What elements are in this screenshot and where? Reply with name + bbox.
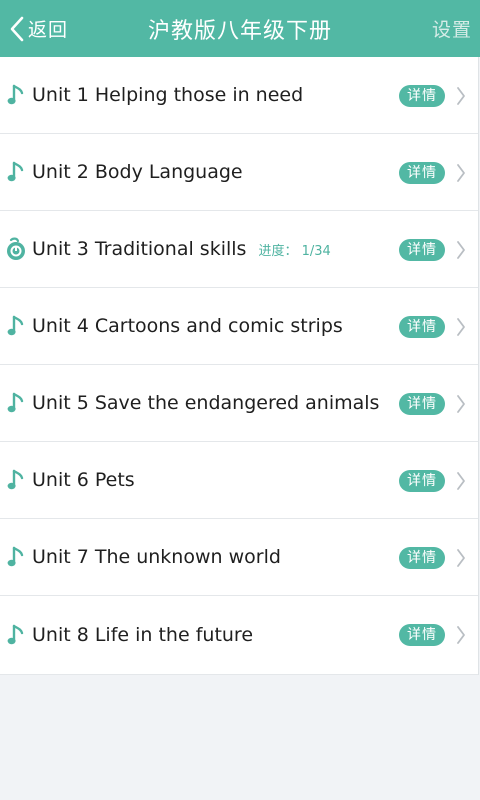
unit-label: Unit 1 Helping those in need xyxy=(32,84,304,106)
loop-playing-icon xyxy=(5,235,27,263)
chevron-right-icon xyxy=(456,625,466,649)
unit-row[interactable]: Unit 5 Save the endangered animals 详情 xyxy=(0,365,478,442)
settings-button[interactable]: 设置 xyxy=(432,0,472,57)
unit-list: Unit 1 Helping those in need 详情 Unit 2 Bod… xyxy=(0,57,479,675)
unit-label: Unit 7 The unknown world xyxy=(32,546,281,568)
music-note-icon xyxy=(5,466,27,494)
top-bar: 返回 沪教版八年级下册 设置 xyxy=(0,0,480,57)
unit-label: Unit 5 Save the endangered animals xyxy=(32,392,380,414)
page-title: 沪教版八年级下册 xyxy=(147,18,332,44)
detail-button[interactable]: 详情 xyxy=(399,162,445,184)
unit-row[interactable]: Unit 6 Pets 详情 xyxy=(0,442,478,519)
music-note-icon xyxy=(5,81,27,109)
music-note-icon xyxy=(5,158,27,186)
back-label: 返回 xyxy=(28,19,69,41)
chevron-right-icon xyxy=(456,471,466,495)
unit-label: Unit 6 Pets xyxy=(32,469,135,491)
unit-label: Unit 2 Body Language xyxy=(32,161,243,183)
unit-row[interactable]: Unit 1 Helping those in need 详情 xyxy=(0,57,478,134)
detail-button[interactable]: 详情 xyxy=(399,239,445,261)
unit-row[interactable]: Unit 3 Traditional skills 进度： 1/34 详情 xyxy=(0,211,478,288)
unit-label: Unit 3 Traditional skills xyxy=(32,238,247,260)
detail-button[interactable]: 详情 xyxy=(399,85,445,107)
music-note-icon xyxy=(5,389,27,417)
chevron-right-icon xyxy=(456,163,466,187)
chevron-left-icon xyxy=(10,16,24,41)
unit-label: Unit 8 Life in the future xyxy=(32,624,254,646)
detail-button[interactable]: 详情 xyxy=(399,316,445,338)
detail-button[interactable]: 详情 xyxy=(399,624,445,646)
unit-row[interactable]: Unit 7 The unknown world 详情 xyxy=(0,519,478,596)
chevron-right-icon xyxy=(456,394,466,418)
chevron-right-icon xyxy=(456,548,466,572)
unit-progress: 进度： 1/34 xyxy=(258,243,331,259)
detail-button[interactable]: 详情 xyxy=(399,470,445,492)
unit-row[interactable]: Unit 4 Cartoons and comic strips 详情 xyxy=(0,288,478,365)
unit-label: Unit 4 Cartoons and comic strips xyxy=(32,315,343,337)
music-note-icon xyxy=(5,543,27,571)
chevron-right-icon xyxy=(456,86,466,110)
unit-row[interactable]: Unit 2 Body Language 详情 xyxy=(0,134,478,211)
back-button[interactable]: 返回 xyxy=(10,0,68,57)
music-note-icon xyxy=(5,621,27,649)
chevron-right-icon xyxy=(456,317,466,341)
detail-button[interactable]: 详情 xyxy=(399,547,445,569)
music-note-icon xyxy=(5,312,27,340)
unit-row[interactable]: Unit 8 Life in the future 详情 xyxy=(0,596,478,675)
detail-button[interactable]: 详情 xyxy=(399,393,445,415)
chevron-right-icon xyxy=(456,240,466,264)
